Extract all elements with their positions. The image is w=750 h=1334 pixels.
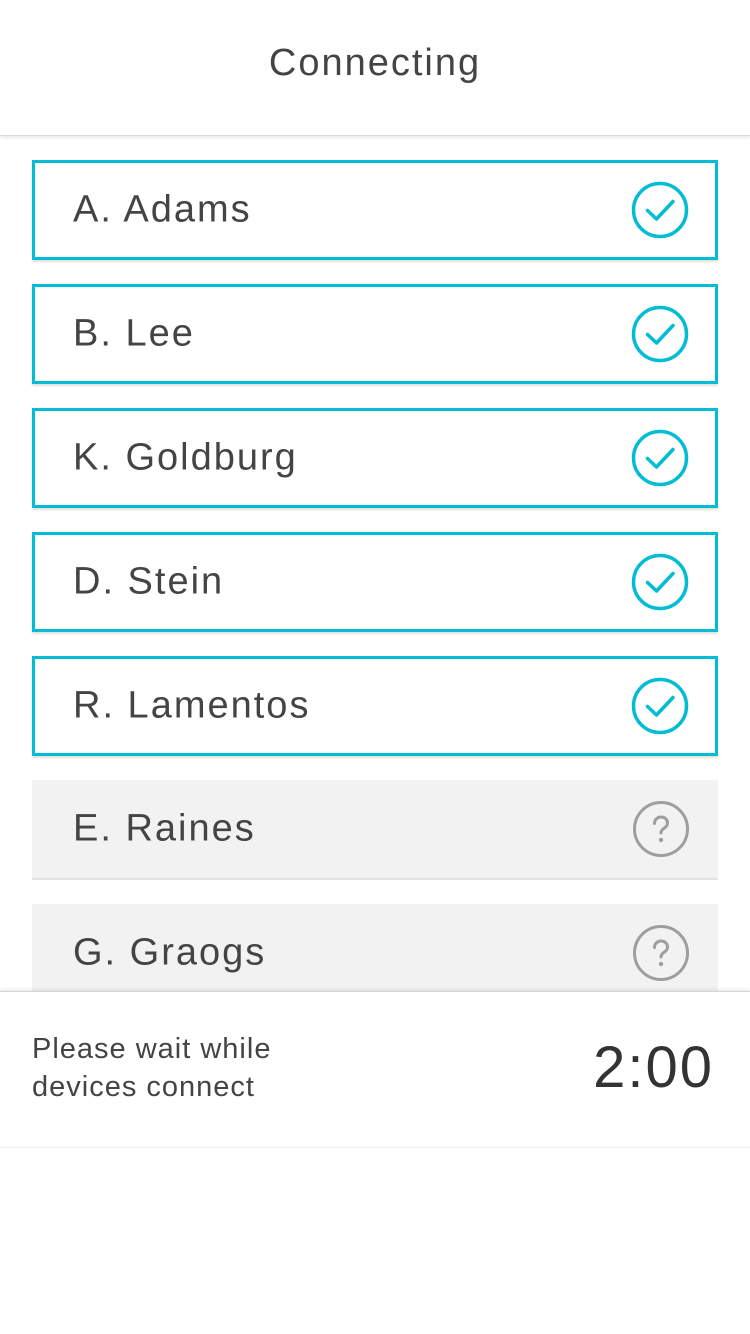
device-name: D. Stein [73, 560, 225, 603]
device-item-a-adams[interactable]: A. Adams [32, 160, 718, 260]
check-circle-icon [631, 305, 689, 363]
question-circle-icon [633, 801, 689, 857]
device-item-g-graogs[interactable]: G. Graogs [32, 904, 718, 991]
question-circle-icon [633, 925, 689, 981]
countdown-timer: 2:00 [593, 1035, 714, 1100]
page-title: Connecting [268, 42, 482, 84]
wait-message: Please wait while devices connect [32, 1033, 272, 1103]
device-name: G. Graogs [73, 931, 267, 974]
device-list-scroll-area[interactable]: A. Adams B. Lee K. Goldburg D. Stein R. … [0, 136, 750, 991]
device-item-b-lee[interactable]: B. Lee [32, 284, 718, 384]
check-circle-icon [631, 429, 689, 487]
device-name: K. Goldburg [73, 436, 298, 479]
device-list: A. Adams B. Lee K. Goldburg D. Stein R. … [32, 160, 718, 991]
device-name: A. Adams [73, 188, 252, 231]
device-item-r-lamentos[interactable]: R. Lamentos [32, 656, 718, 756]
device-name: R. Lamentos [73, 684, 311, 727]
device-name: B. Lee [73, 312, 195, 355]
device-item-d-stein[interactable]: D. Stein [32, 532, 718, 632]
check-circle-icon [631, 553, 689, 611]
status-footer: Please wait while devices connect 2:00 [0, 991, 750, 1148]
connecting-screen: Connecting A. Adams B. Lee K. Goldburg D… [0, 0, 750, 1334]
device-item-k-goldburg[interactable]: K. Goldburg [32, 408, 718, 508]
check-circle-icon [631, 677, 689, 735]
device-name: E. Raines [73, 807, 256, 850]
check-circle-icon [631, 181, 689, 239]
header-bar: Connecting [0, 0, 750, 136]
device-item-e-raines[interactable]: E. Raines [32, 780, 718, 880]
